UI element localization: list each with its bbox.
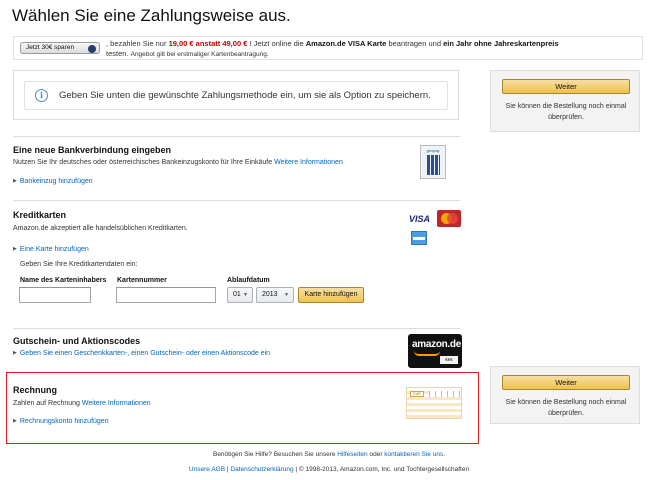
amazon-smile-icon [414, 351, 440, 356]
card-holder-label: Name des Karteninhabers [20, 277, 107, 284]
invoice-section-title: Rechnung [13, 385, 57, 395]
triangle-right-icon: ▶ [13, 178, 17, 184]
review-text-bottom: Sie können die Bestellung noch einmal üb… [505, 399, 627, 417]
bank-section-title: Eine neue Bankverbindung eingeben [13, 145, 172, 155]
triangle-right-icon: ▶ [13, 350, 17, 356]
promo-card-name: Amazon.de VISA Karte [305, 39, 387, 48]
add-bank-expander[interactable]: ▶ Bankeinzug hinzufügen [13, 178, 93, 185]
continue-button-bottom[interactable]: Weiter [502, 375, 630, 390]
giropay-logo-text: giropay [426, 148, 440, 153]
dropdown-arrow-icon: ▼ [243, 292, 248, 298]
gift-card-value: €€€ [440, 356, 458, 364]
add-card-expander[interactable]: ▶ Eine Karte hinzufügen [13, 246, 89, 253]
divider [13, 200, 460, 201]
order-summary-box-bottom: Weiter Sie können die Bestellung noch ei… [490, 366, 640, 424]
contact-us-link[interactable]: kontaktieren Sie uns [384, 451, 443, 458]
expiry-label: Ablaufdatum [227, 277, 270, 284]
promo-text: , bezahlen Sie nur 19,00 € anstatt 49,00… [106, 39, 638, 60]
bank-description-text: Nutzen Sie Ihr deutsches oder österreich… [13, 159, 273, 166]
expiry-year-select[interactable]: 2013 ▼ [256, 287, 294, 303]
promo-small-note: Angebot gilt bei erstmaliger Kartenbeant… [130, 51, 269, 58]
invoice-document-icon: EUR [406, 387, 462, 419]
add-card-link[interactable]: Eine Karte hinzufügen [20, 246, 89, 253]
footer-help-text: Benötigen Sie Hilfe? Besuchen Sie unsere [212, 451, 336, 458]
invoice-description: Zahlen auf Rechnung Weitere Informatione… [13, 400, 151, 407]
bank-more-info-link[interactable]: Weitere Informationen [274, 159, 343, 166]
amex-logo [411, 231, 427, 245]
promo-price: 19,00 € anstatt 49,00 € [168, 39, 248, 48]
bank-building-icon [427, 155, 440, 175]
visa-promo-banner: Jetzt 30€ sparen , bezahlen Sie nur 19,0… [13, 36, 643, 60]
help-pages-link[interactable]: Hilfeseiten [337, 451, 367, 458]
review-text-top: Sie können die Bestellung noch einmal üb… [505, 103, 627, 121]
order-summary-box-top: Weiter Sie können die Bestellung noch ei… [490, 70, 640, 132]
footer-help-or: oder [369, 451, 383, 458]
card-number-label: Kartennummer [117, 277, 167, 284]
agb-link[interactable]: Unsere AGB [189, 466, 225, 473]
info-panel: i Geben Sie unten die gewünschte Zahlung… [13, 70, 459, 120]
promo-text-mid: ! Jetzt online die [249, 39, 304, 48]
voucher-expander[interactable]: ▶ Geben Sie einen Geschenkkarten-, einen … [13, 350, 270, 357]
copyright-text: | © 1998-2013, Amazon.com, Inc. und Toch… [295, 466, 470, 473]
continue-button-top[interactable]: Weiter [502, 79, 630, 94]
promo-offer: ein Jahr ohne Jahreskartenpreis [443, 39, 559, 48]
promo-text-line2: testen. [106, 49, 129, 58]
invoice-more-info-link[interactable]: Weitere Informationen [82, 400, 151, 407]
promo-save-button-label: Jetzt 30€ sparen [26, 44, 75, 51]
card-details-note: Geben Sie Ihre Kreditkartendaten ein: [20, 261, 138, 268]
credit-cards-description: Amazon.de akzeptiert alle handelsübliche… [13, 225, 188, 232]
visa-logo: VISA [409, 214, 431, 224]
card-holder-input[interactable] [19, 287, 91, 303]
info-icon: i [35, 89, 48, 102]
expiry-year-value: 2013 [262, 291, 278, 298]
credit-cards-section-title: Kreditkarten [13, 210, 67, 220]
footer-legal: Unsere AGB | Datenschutzerklärung | © 19… [188, 466, 470, 473]
vouchers-section-title: Gutschein- und Aktionscodes [13, 336, 141, 346]
expiry-month-value: 01 [233, 291, 241, 298]
info-text: Geben Sie unten die gewünschte Zahlungsm… [59, 90, 431, 101]
triangle-right-icon: ▶ [13, 418, 17, 424]
promo-save-button[interactable]: Jetzt 30€ sparen [20, 42, 100, 54]
info-message: i Geben Sie unten die gewünschte Zahlung… [24, 81, 448, 110]
amazon-brand-text: amazon.de [412, 339, 461, 350]
card-number-input[interactable] [116, 287, 216, 303]
card-icon [88, 44, 96, 53]
add-bank-link[interactable]: Bankeinzug hinzufügen [20, 178, 93, 185]
divider [13, 328, 460, 329]
dropdown-arrow-icon: ▼ [284, 292, 289, 298]
bank-section-description: Nutzen Sie Ihr deutsches oder österreich… [13, 159, 343, 166]
amazon-gift-card-image: amazon.de €€€ [408, 334, 462, 368]
promo-text-mid2: beantragen und [388, 39, 441, 48]
triangle-right-icon: ▶ [13, 246, 17, 252]
page-title: Wählen Sie eine Zahlungsweise aus. [12, 6, 291, 25]
mastercard-logo [437, 210, 461, 227]
giropay-logo: giropay [420, 145, 446, 179]
voucher-link[interactable]: Geben Sie einen Geschenkkarten-, einen G… [20, 350, 270, 357]
privacy-link[interactable]: Datenschutzerklärung [230, 466, 293, 473]
divider [13, 136, 460, 137]
invoice-doc-label: EUR [410, 391, 424, 397]
promo-text-pre: , bezahlen Sie nur [106, 39, 167, 48]
add-card-button[interactable]: Karte hinzufügen [298, 287, 364, 303]
expiry-month-select[interactable]: 01 ▼ [227, 287, 253, 303]
invoice-description-text: Zahlen auf Rechnung [13, 400, 80, 407]
add-invoice-expander[interactable]: ▶ Rechnungskonto hinzufügen [13, 418, 109, 425]
footer-help: Benötigen Sie Hilfe? Besuchen Sie unsere… [212, 451, 446, 458]
add-invoice-link[interactable]: Rechnungskonto hinzufügen [20, 418, 109, 425]
